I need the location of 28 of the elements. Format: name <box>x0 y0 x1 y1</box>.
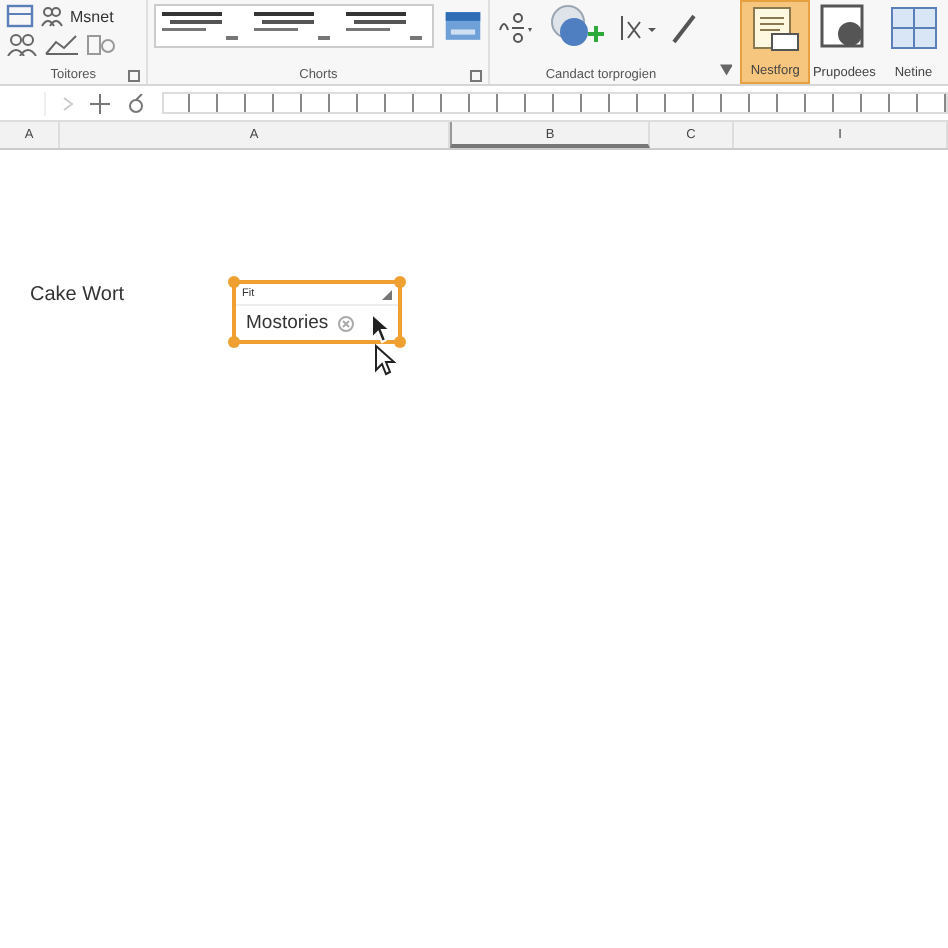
ribbon-label[interactable]: Msnet <box>70 7 114 25</box>
chart-icon[interactable] <box>44 32 80 56</box>
note-icon <box>749 6 802 54</box>
grid-icon <box>887 4 940 52</box>
people-icon[interactable] <box>40 4 64 28</box>
cursor-icon <box>370 312 392 344</box>
formula-icon[interactable] <box>496 10 537 46</box>
clear-icon[interactable] <box>338 315 355 331</box>
expand-icon[interactable] <box>128 69 141 81</box>
ruler[interactable] <box>162 92 948 114</box>
shapes-icon[interactable] <box>86 32 118 56</box>
resize-handle[interactable] <box>228 276 240 288</box>
picture-icon[interactable] <box>444 8 483 44</box>
plus-icon[interactable] <box>90 93 110 113</box>
add-comment-icon[interactable] <box>546 4 607 52</box>
people-icon[interactable] <box>6 32 38 56</box>
resize-handle[interactable] <box>394 336 406 348</box>
resize-handle[interactable] <box>228 336 240 348</box>
filter-icon[interactable] <box>719 64 733 76</box>
cell-text: Cake Wort <box>30 284 125 306</box>
table-icon[interactable] <box>6 4 34 28</box>
chart-style-gallery[interactable] <box>154 4 435 48</box>
cursor-icon <box>374 344 396 376</box>
function-icon[interactable] <box>616 10 661 46</box>
resize-handle[interactable] <box>394 276 406 288</box>
resize-icon <box>382 289 392 299</box>
list-item[interactable]: Mostories <box>246 312 329 334</box>
expand-icon[interactable] <box>470 69 483 81</box>
